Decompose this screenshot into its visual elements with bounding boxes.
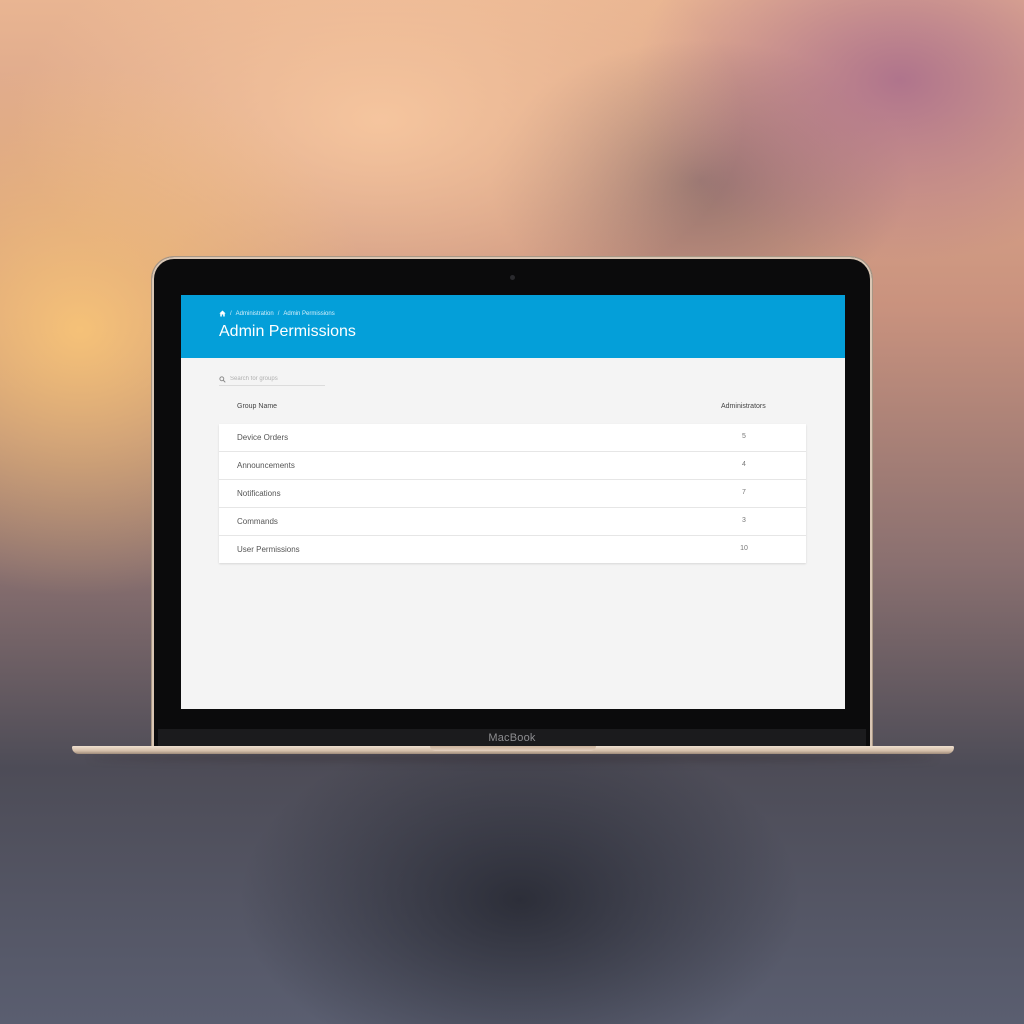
column-header-administrators[interactable]: Administrators	[721, 403, 766, 410]
table-row[interactable]: Announcements 4	[219, 452, 806, 480]
groups-table: Device Orders 5 Announcements 4 Notifica…	[219, 424, 806, 563]
breadcrumb: / Administration / Admin Permissions	[219, 310, 335, 317]
table-row[interactable]: Commands 3	[219, 508, 806, 536]
breadcrumb-admin-permissions: Admin Permissions	[283, 310, 335, 317]
home-icon[interactable]	[219, 310, 226, 317]
search-field[interactable]	[219, 373, 325, 386]
screen: / Administration / Admin Permissions Adm…	[181, 295, 845, 709]
breadcrumb-separator: /	[230, 310, 232, 317]
admin-count: 7	[742, 489, 746, 496]
table-row[interactable]: User Permissions 10	[219, 536, 806, 563]
breadcrumb-separator: /	[277, 310, 280, 317]
search-input[interactable]	[230, 374, 320, 384]
admin-count: 3	[742, 517, 746, 524]
search-icon	[219, 375, 226, 383]
admin-count: 10	[740, 545, 748, 552]
laptop-notch	[430, 746, 596, 751]
breadcrumb-administration[interactable]: Administration	[236, 311, 274, 317]
group-name: Announcements	[237, 461, 295, 470]
table-row[interactable]: Device Orders 5	[219, 424, 806, 452]
camera	[510, 275, 515, 280]
page-header: / Administration / Admin Permissions Adm…	[181, 295, 845, 358]
admin-count: 4	[742, 461, 746, 468]
page-title: Admin Permissions	[219, 323, 356, 340]
group-name: Device Orders	[237, 433, 289, 442]
group-name: Commands	[237, 517, 278, 526]
admin-count: 5	[742, 433, 746, 440]
column-header-group-name[interactable]: Group Name	[237, 403, 277, 410]
table-row[interactable]: Notifications 7	[219, 480, 806, 508]
laptop-shadow	[90, 754, 936, 762]
group-name: User Permissions	[237, 545, 300, 554]
group-name: Notifications	[237, 489, 281, 498]
